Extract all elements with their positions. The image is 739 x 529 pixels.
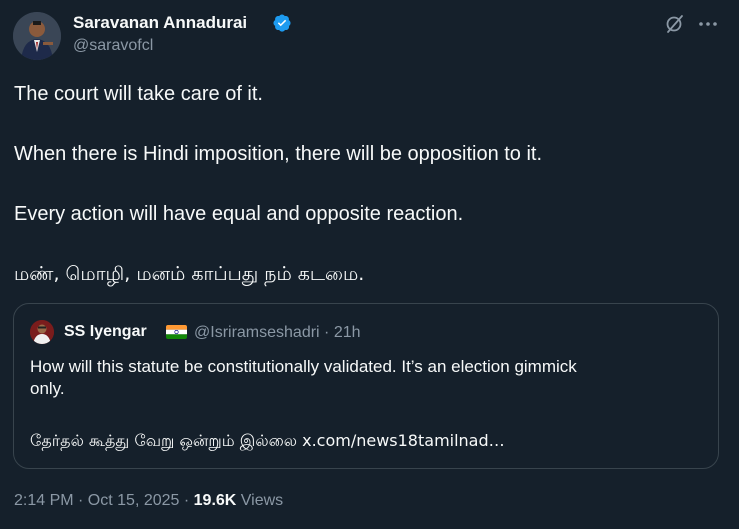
tweet-text-line: The court will take care of it. — [14, 83, 263, 105]
quoted-text-line: only. — [30, 379, 65, 398]
author-name[interactable]: Saravanan Annadurai — [73, 13, 247, 33]
quoted-text-line: தேர்தல் கூத்து வேறு ஒன்றும் இல்லை x.com/… — [30, 431, 505, 450]
quoted-text-line: How will this statute be constitutionall… — [30, 357, 577, 376]
india-flag-icon — [166, 325, 187, 339]
author-avatar-image — [13, 12, 61, 60]
quoted-tweet[interactable]: SS Iyengar @Isriramseshadri · 21h How wi… — [13, 303, 719, 469]
views-count: 19.6K — [193, 492, 237, 509]
tweet-text-line: மண், மொழி, மனம் காப்பது நம் கடமை. — [14, 263, 365, 285]
grok-icon[interactable] — [663, 12, 687, 36]
tweet-timestamp[interactable]: 2:14 PM · Oct 15, 2025 · — [14, 492, 194, 509]
tweet-text-line: When there is Hindi imposition, there wi… — [14, 143, 543, 165]
quoted-author-avatar-image — [30, 320, 54, 344]
views-label: Views — [236, 492, 284, 509]
tweet-card: Saravanan Annadurai @saravofcl The court… — [0, 0, 739, 529]
author-avatar[interactable] — [13, 12, 61, 60]
quoted-author-handle-time[interactable]: @Isriramseshadri · 21h — [194, 324, 361, 342]
tweet-meta: 2:14 PM · Oct 15, 2025 · 19.6K Views — [14, 492, 283, 510]
quoted-author-avatar[interactable] — [30, 320, 54, 344]
more-options-icon[interactable] — [696, 12, 720, 36]
author-handle[interactable]: @saravofcl — [73, 37, 153, 55]
quoted-author-name[interactable]: SS Iyengar — [64, 323, 147, 341]
tweet-text-line: Every action will have equal and opposit… — [14, 203, 464, 225]
verified-badge-icon — [273, 14, 291, 32]
